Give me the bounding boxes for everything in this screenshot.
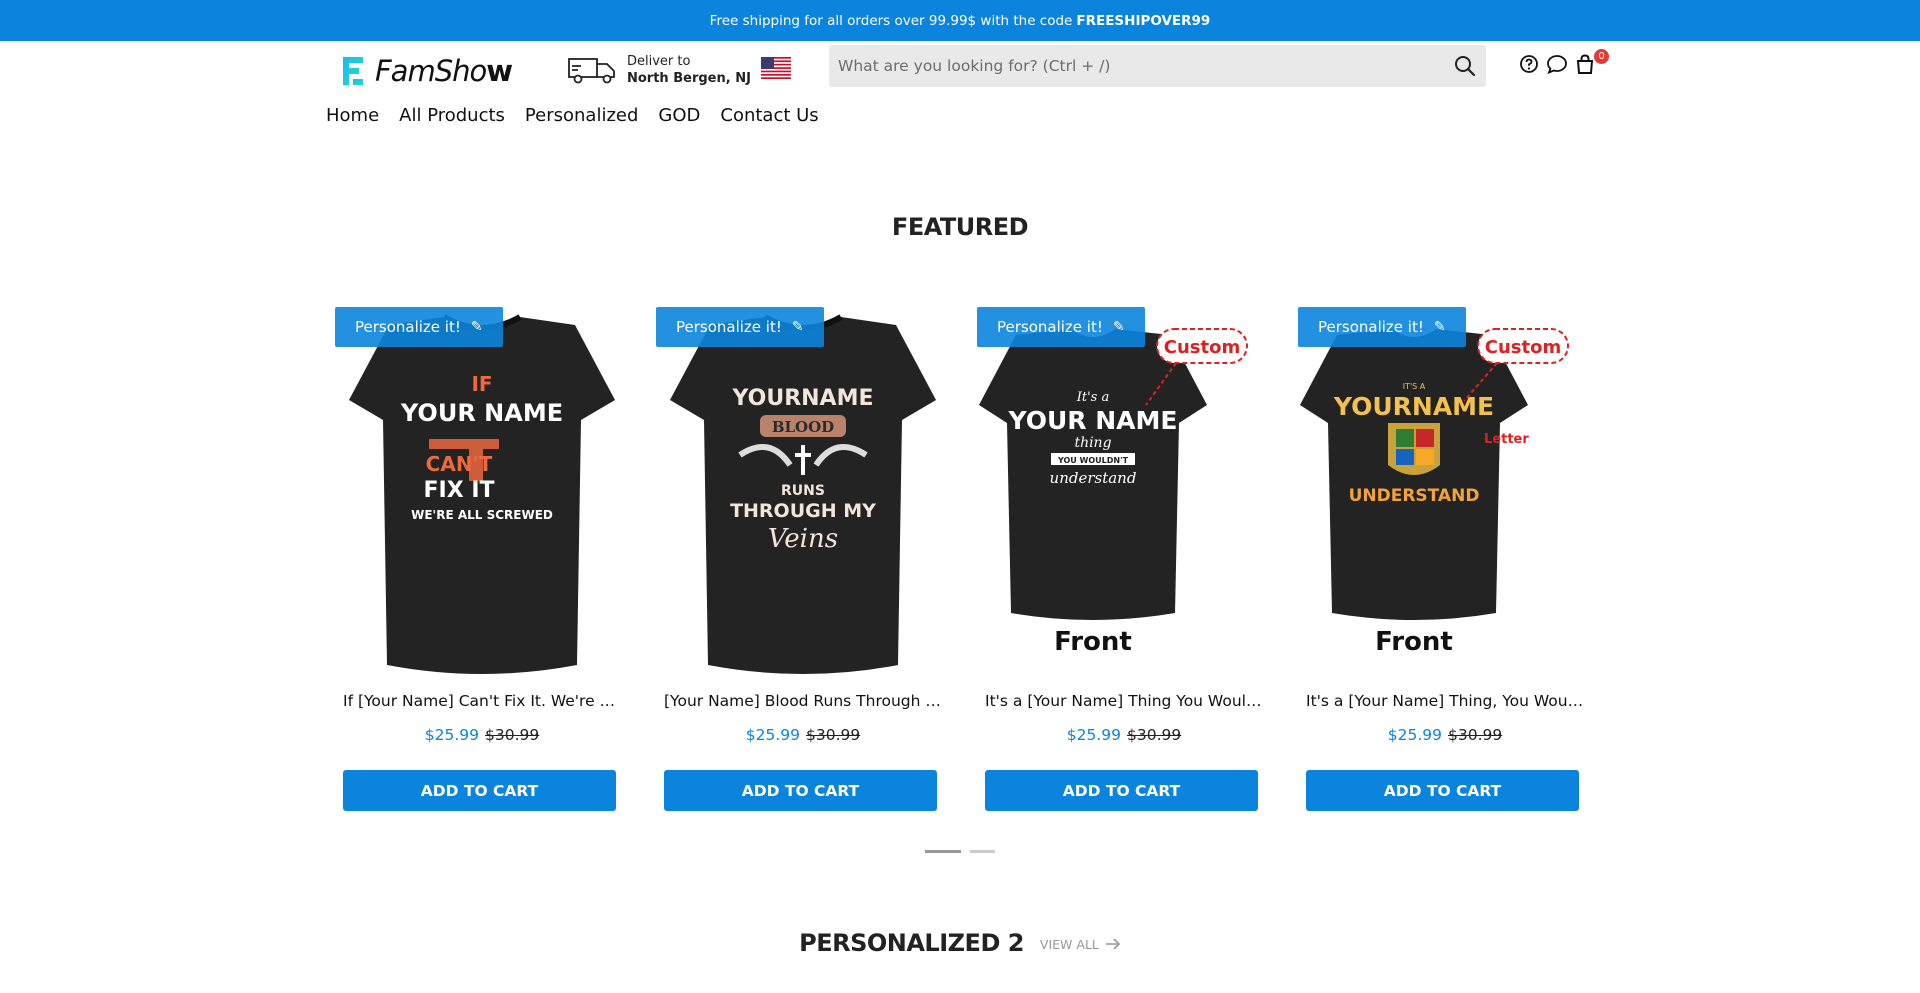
- deliver-to[interactable]: Deliver to North Bergen, NJ: [567, 53, 751, 87]
- nav-personalized[interactable]: Personalized: [525, 105, 638, 126]
- add-to-cart-button[interactable]: ADD TO CART: [343, 770, 616, 811]
- caption-text: Front: [1054, 627, 1132, 657]
- shirt-text: THROUGH MY: [730, 500, 876, 522]
- cart-count-badge: 0: [1594, 49, 1609, 64]
- nav-home[interactable]: Home: [326, 105, 379, 126]
- shirt-text: YOUR NAME: [400, 399, 563, 427]
- shirt-text: BLOOD: [772, 418, 834, 436]
- shopping-bag-icon: [1576, 54, 1594, 74]
- personalized-2-header: PERSONALIZED 2 VIEW ALL: [0, 929, 1920, 957]
- personalize-button[interactable]: Personalize it! ✎: [1298, 307, 1466, 347]
- sale-price: $25.99: [1387, 726, 1442, 744]
- main-nav: Home All Products Personalized GOD Conta…: [326, 105, 839, 126]
- shirt-text: thing: [1074, 435, 1111, 451]
- shirt-text: WE'RE ALL SCREWED: [411, 508, 553, 522]
- callout-text: Letter: [1484, 432, 1529, 447]
- search-input[interactable]: [829, 45, 1486, 87]
- sale-price: $25.99: [424, 726, 479, 744]
- search-icon[interactable]: [1453, 54, 1477, 78]
- product-price: $25.99 $30.99: [329, 726, 635, 744]
- product-card: Personalize it! ✎ IF YOUR NAME CAN'T FIX …: [329, 305, 635, 825]
- shirt-text: FIX IT: [423, 478, 494, 503]
- caption-text: Front: [1375, 627, 1453, 657]
- help-icon[interactable]: [1518, 53, 1540, 75]
- add-to-cart-button[interactable]: ADD TO CART: [664, 770, 937, 811]
- callout-text: Custom: [1485, 337, 1561, 358]
- logo-mark-icon: [343, 57, 363, 85]
- sale-price: $25.99: [745, 726, 800, 744]
- personalize-button[interactable]: Personalize it! ✎: [977, 307, 1145, 347]
- us-flag-icon[interactable]: [761, 57, 791, 79]
- add-to-cart-button[interactable]: ADD TO CART: [1306, 770, 1579, 811]
- pencil-icon: ✎: [1112, 319, 1125, 335]
- compare-price: $30.99: [1448, 726, 1503, 744]
- search-bar: [829, 45, 1486, 87]
- product-name[interactable]: It's a [Your Name] Thing, You Wouldn't U…: [1306, 692, 1586, 710]
- nav-god[interactable]: GOD: [658, 105, 700, 126]
- promo-code: FREESHIPOVER99: [1076, 12, 1211, 29]
- section-title: PERSONALIZED 2: [799, 929, 1024, 957]
- product-price: $25.99 $30.99: [971, 726, 1277, 744]
- shirt-text: UNDERSTAND: [1349, 486, 1480, 506]
- pencil-icon: ✎: [470, 319, 483, 335]
- carousel-dot-2[interactable]: [970, 850, 995, 853]
- featured-title: FEATURED: [891, 213, 1029, 241]
- pencil-icon: ✎: [1433, 319, 1446, 335]
- compare-price: $30.99: [806, 726, 861, 744]
- product-image[interactable]: IF YOUR NAME CAN'T FIX IT WE'RE ALL SCRE…: [329, 305, 635, 675]
- product-name[interactable]: [Your Name] Blood Runs Through My Veins: [664, 692, 944, 710]
- shirt-text: YOUR NAME: [1008, 406, 1178, 435]
- site-header: FamShow Deliver to North Bergen, NJ What…: [0, 41, 1920, 136]
- product-name[interactable]: If [Your Name] Can't Fix It. We're All S…: [343, 692, 623, 710]
- add-to-cart-button[interactable]: ADD TO CART: [985, 770, 1258, 811]
- header-icons: 0: [1518, 49, 1609, 75]
- product-name[interactable]: It's a [Your Name] Thing You Wouldn't Un…: [985, 692, 1265, 710]
- shirt-text: IF: [471, 372, 492, 396]
- product-image[interactable]: It's a YOUR NAME thing YOU WOULDN'T unde…: [971, 305, 1277, 675]
- pencil-icon: ✎: [791, 319, 804, 335]
- compare-price: $30.99: [1127, 726, 1182, 744]
- deliver-label: Deliver to: [627, 54, 691, 69]
- shirt-text: YOURNAME: [731, 386, 873, 411]
- shirt-text: CAN'T: [426, 452, 493, 476]
- logo-text: FamShow: [375, 54, 513, 88]
- cart-button[interactable]: 0: [1574, 49, 1609, 75]
- product-image[interactable]: YOURNAME BLOOD RUNS THROUGH MY Veins: [650, 305, 956, 675]
- product-image[interactable]: IT'S A YOURNAME UNDERSTAND Custom Letter…: [1292, 305, 1598, 675]
- product-card: Personalize it! ✎ It's a YOUR NAME thing …: [971, 305, 1277, 825]
- sale-price: $25.99: [1066, 726, 1121, 744]
- callout-text: Custom: [1164, 337, 1240, 358]
- shirt-text: RUNS: [781, 483, 825, 499]
- view-all-link[interactable]: VIEW ALL: [1040, 937, 1121, 952]
- truck-icon: [568, 58, 615, 84]
- personalize-button[interactable]: Personalize it! ✎: [335, 307, 503, 347]
- compare-price: $30.99: [485, 726, 540, 744]
- announcement-text: Free shipping for all orders over 99.99$…: [709, 12, 1073, 29]
- personalize-button[interactable]: Personalize it! ✎: [656, 307, 824, 347]
- shirt-text: IT'S A: [1403, 382, 1426, 391]
- shirt-text: YOU WOULDN'T: [1057, 456, 1129, 465]
- arrow-right-icon: [1105, 938, 1121, 950]
- shirt-text: YOURNAME: [1333, 392, 1494, 421]
- deliver-location: North Bergen, NJ: [627, 71, 751, 86]
- logo[interactable]: FamShow: [339, 51, 513, 91]
- carousel-dot-1[interactable]: [925, 850, 961, 853]
- chat-icon[interactable]: [1546, 53, 1568, 75]
- product-price: $25.99 $30.99: [650, 726, 956, 744]
- shirt-text: Veins: [768, 524, 838, 554]
- product-price: $25.99 $30.99: [1292, 726, 1598, 744]
- product-card: Personalize it! ✎ IT'S A YOURNAME UNDERST…: [1292, 305, 1598, 825]
- nav-all-products[interactable]: All Products: [399, 105, 505, 126]
- carousel-pagination: [925, 850, 1004, 853]
- product-card: Personalize it! ✎ YOURNAME BLOOD RUNS THR…: [650, 305, 956, 825]
- shirt-text: understand: [1050, 469, 1137, 487]
- announcement-bar: Free shipping for all orders over 99.99$…: [0, 0, 1920, 41]
- nav-contact-us[interactable]: Contact Us: [720, 105, 818, 126]
- shirt-text: It's a: [1076, 390, 1110, 405]
